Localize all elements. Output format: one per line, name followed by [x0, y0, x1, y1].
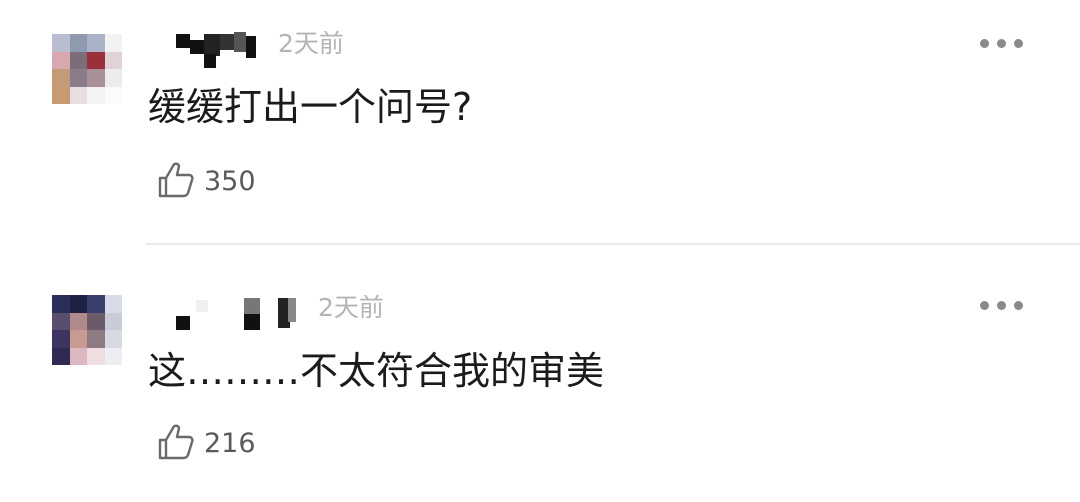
comment-time: 2天前	[318, 293, 384, 322]
avatar-pixel	[69, 347, 87, 365]
username-pixelated[interactable]	[170, 294, 300, 334]
avatar-pixel	[52, 69, 70, 87]
avatar-pixel	[69, 330, 87, 348]
thumbs-up-icon	[158, 162, 194, 198]
more-options-button[interactable]	[980, 36, 1024, 50]
avatar-pixel	[52, 312, 70, 330]
avatar-pixel	[69, 86, 87, 104]
comment-time: 2天前	[278, 29, 344, 58]
username-pixelated[interactable]	[168, 30, 264, 70]
avatar-pixel	[104, 312, 122, 330]
avatar-pixel	[87, 295, 105, 313]
avatar[interactable]	[52, 295, 122, 365]
avatar-pixel	[104, 51, 122, 69]
avatar-pixel	[104, 295, 122, 313]
avatar-pixel	[52, 86, 70, 104]
avatar-pixel	[69, 295, 87, 313]
avatar-pixel	[52, 347, 70, 365]
comment-item: 2天前 缓缓打出一个问号? 350	[0, 0, 1080, 240]
avatar-pixel	[69, 312, 87, 330]
avatar[interactable]	[52, 34, 122, 104]
avatar-pixel	[69, 34, 87, 52]
avatar-pixel	[87, 51, 105, 69]
avatar-pixel	[87, 69, 105, 87]
avatar-pixel	[69, 51, 87, 69]
comment-text: 这………不太符合我的审美	[148, 349, 605, 393]
thumbs-up-icon	[158, 424, 194, 460]
comment-item: 2天前 这………不太符合我的审美 216	[0, 262, 1080, 502]
like-count: 350	[204, 166, 256, 197]
avatar-pixel	[87, 34, 105, 52]
avatar-pixel	[87, 347, 105, 365]
avatar-pixel	[87, 312, 105, 330]
like-count: 216	[204, 428, 256, 459]
divider	[146, 243, 1080, 245]
avatar-pixel	[87, 86, 105, 104]
avatar-pixel	[104, 86, 122, 104]
avatar-pixel	[52, 34, 70, 52]
avatar-pixel	[104, 330, 122, 348]
avatar-pixel	[52, 295, 70, 313]
avatar-pixel	[52, 330, 70, 348]
avatar-pixel	[104, 347, 122, 365]
avatar-pixel	[52, 51, 70, 69]
avatar-pixel	[104, 34, 122, 52]
more-options-button[interactable]	[980, 298, 1024, 312]
avatar-pixel	[104, 69, 122, 87]
avatar-pixel	[87, 330, 105, 348]
avatar-pixel	[69, 69, 87, 87]
comment-text: 缓缓打出一个问号?	[148, 85, 473, 129]
